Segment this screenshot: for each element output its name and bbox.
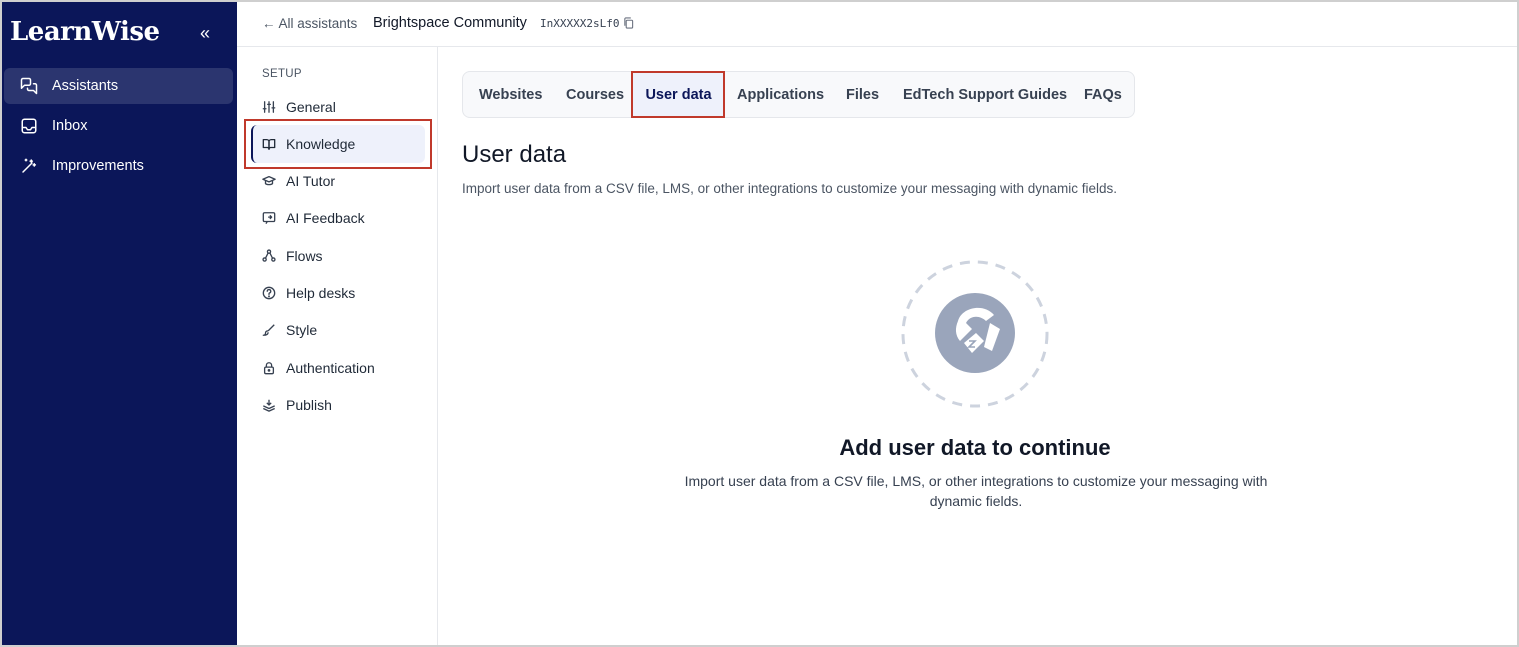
brush-icon	[262, 324, 275, 336]
tab-websites[interactable]: Websites	[479, 72, 542, 117]
setup-item-label: AI Tutor	[286, 173, 336, 189]
setup-item-publish[interactable]: Publish	[251, 386, 425, 424]
help-circle-icon	[262, 286, 276, 300]
main-nav: LearnWise « Assistants Inbox Improvement…	[2, 2, 237, 645]
nav-item-inbox[interactable]: Inbox	[4, 108, 233, 144]
nav-item-label: Improvements	[52, 158, 144, 174]
setup-item-label: Authentication	[286, 360, 375, 376]
collapse-sidebar-icon[interactable]: «	[200, 24, 210, 42]
nav-item-improvements[interactable]: Improvements	[4, 148, 233, 184]
setup-sidebar: SETUP General Knowledge AI Tutor AI Feed…	[237, 47, 438, 645]
setup-item-style[interactable]: Style	[251, 311, 425, 349]
setup-item-knowledge[interactable]: Knowledge	[251, 125, 425, 163]
back-to-assistants-link[interactable]: ← All assistants	[262, 16, 357, 31]
setup-item-label: Style	[286, 322, 318, 338]
empty-state-description: Import user data from a CSV file, LMS, o…	[684, 473, 1268, 509]
setup-heading: SETUP	[262, 68, 302, 80]
inbox-icon	[21, 118, 37, 134]
tab-courses[interactable]: Courses	[566, 72, 624, 117]
setup-item-flows[interactable]: Flows	[251, 237, 425, 275]
setup-item-ai-feedback[interactable]: AI Feedback	[251, 199, 425, 237]
lock-icon	[263, 362, 275, 375]
setup-item-label: Knowledge	[286, 136, 356, 152]
setup-item-help-desks[interactable]: Help desks	[251, 274, 425, 312]
nav-item-assistants[interactable]: Assistants	[4, 68, 233, 104]
tab-edtech-support-guides[interactable]: EdTech Support Guides	[903, 72, 1067, 117]
nav-item-label: Assistants	[52, 78, 119, 94]
assistants-icon	[20, 77, 38, 95]
sliders-icon	[262, 101, 276, 113]
tab-faqs[interactable]: FAQs	[1084, 72, 1122, 117]
page-title: User data	[462, 141, 567, 168]
tab-user-data[interactable]: User data	[633, 72, 724, 117]
assistant-id: InXXXXX2sLf0	[540, 17, 620, 30]
knowledge-tabs: Websites Courses User data Applications …	[462, 71, 1135, 118]
setup-item-label: General	[286, 99, 336, 115]
feedback-icon	[262, 212, 276, 225]
setup-item-authentication[interactable]: Authentication	[251, 349, 425, 387]
app-logo: LearnWise	[10, 17, 160, 47]
setup-item-label: Help desks	[286, 285, 356, 301]
empty-state-title: Add user data to continue	[839, 435, 1111, 460]
tab-applications[interactable]: Applications	[737, 72, 824, 117]
flows-icon	[262, 249, 276, 262]
top-bar: ← All assistants Brightspace Community I…	[237, 2, 1517, 47]
assistant-name: Brightspace Community	[373, 15, 527, 31]
empty-state-illustration	[901, 260, 1049, 408]
book-icon	[262, 138, 276, 150]
setup-item-general[interactable]: General	[251, 88, 425, 126]
layers-icon	[263, 399, 275, 412]
setup-item-label: AI Feedback	[286, 210, 365, 226]
nav-item-label: Inbox	[52, 118, 88, 134]
setup-item-label: Publish	[286, 397, 332, 413]
setup-item-ai-tutor[interactable]: AI Tutor	[251, 162, 425, 200]
graduation-cap-icon	[262, 175, 276, 186]
tab-files[interactable]: Files	[846, 72, 879, 117]
setup-item-label: Flows	[286, 248, 323, 264]
page-subtitle: Import user data from a CSV file, LMS, o…	[462, 181, 1118, 196]
magic-wand-icon	[22, 158, 37, 173]
copy-icon[interactable]	[623, 17, 634, 29]
